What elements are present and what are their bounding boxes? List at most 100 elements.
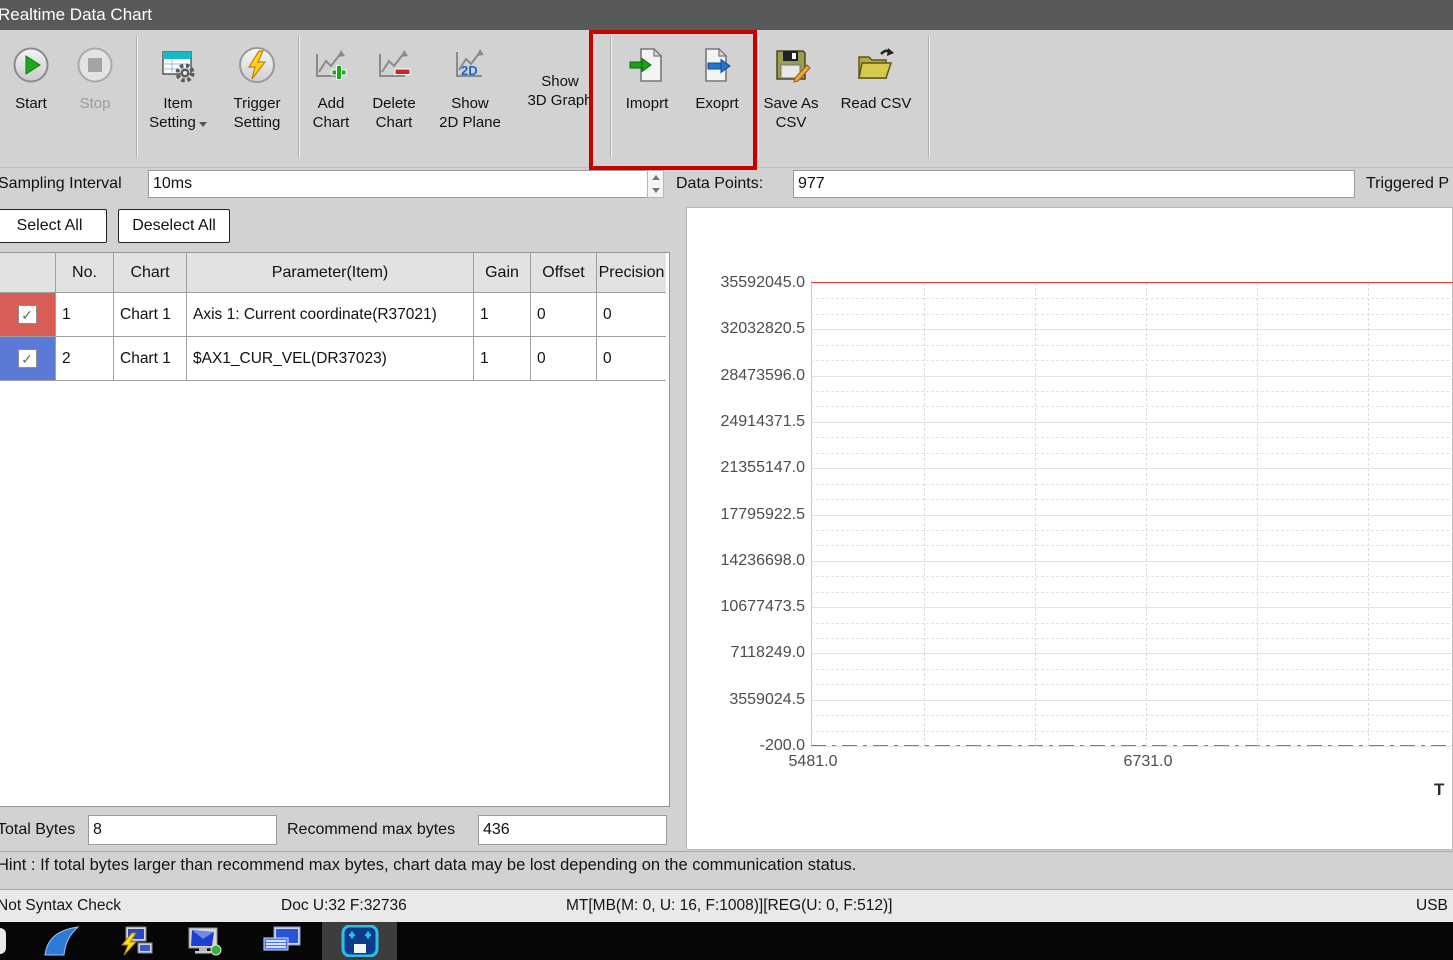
taskbar-item-remote-connection[interactable] (114, 922, 158, 960)
gridline (811, 561, 1453, 562)
row-checkbox[interactable] (18, 305, 37, 324)
y-tick: 7118249.0 (687, 643, 805, 663)
taskbar-item-plc-monitor-app[interactable] (322, 922, 397, 960)
header-gain: Gain (474, 253, 531, 293)
sampling-interval-spinner[interactable] (647, 170, 664, 198)
toolbar-separator (298, 36, 299, 158)
recommend-max-bytes-label: Recommend max bytes (287, 815, 455, 845)
gridline (811, 530, 1453, 531)
gridline (811, 607, 1453, 608)
total-bytes-input[interactable] (88, 815, 277, 845)
y-tick: 35592045.0 (687, 273, 805, 293)
gridline (811, 499, 1453, 500)
gridline (811, 576, 1453, 577)
table-header-row: No. Chart Parameter(Item) Gain Offset Pr… (0, 253, 666, 293)
spinner-down-icon[interactable] (648, 184, 663, 197)
title-bar: Realtime Data Chart (0, 0, 1453, 30)
item-setting-icon (158, 42, 198, 88)
toolbar-separator (610, 36, 611, 158)
gridline (811, 406, 1453, 407)
gridline (811, 684, 1453, 685)
data-points-input[interactable] (793, 170, 1355, 198)
window-title: Realtime Data Chart (0, 0, 152, 30)
header-parameter: Parameter(Item) (187, 253, 474, 293)
gridline (1035, 283, 1036, 746)
gridline (1257, 283, 1258, 746)
triggered-points-label: Triggered P (1366, 170, 1449, 198)
gridline (811, 437, 1453, 438)
y-tick: 28473596.0 (687, 366, 805, 386)
gridline (811, 638, 1453, 639)
show-2d-plane-icon: 2D (451, 42, 489, 88)
table-row[interactable]: 2 Chart 1 $AX1_CUR_VEL(DR37023) 1 0 0 (0, 337, 666, 381)
trigger-setting-button[interactable]: Trigger Setting (220, 32, 294, 164)
gridline (1146, 283, 1147, 746)
show-2d-plane-button[interactable]: 2D Show 2D Plane (432, 32, 508, 164)
taskbar-item-input-devices[interactable] (258, 922, 308, 960)
header-offset: Offset (531, 253, 597, 293)
trigger-setting-icon (237, 42, 277, 88)
gridline (811, 515, 1453, 516)
syntax-status: Not Syntax Check (0, 890, 121, 922)
delete-chart-button[interactable]: Delete Chart (363, 32, 425, 164)
gridline (811, 700, 1453, 701)
import-icon (627, 42, 667, 88)
gridline (811, 345, 1453, 346)
add-chart-button[interactable]: Add Chart (303, 32, 359, 164)
sampling-interval-input[interactable] (148, 170, 648, 198)
gridline (811, 329, 1453, 330)
gridline (811, 623, 1453, 624)
memory-status: MT[MB(M: 0, U: 16, F:1008)][REG(U: 0, F:… (566, 890, 892, 922)
windows-start-icon[interactable] (0, 928, 6, 954)
save-as-csv-button[interactable]: Save As CSV (761, 32, 821, 164)
y-tick: 21355147.0 (687, 458, 805, 478)
gridline (1368, 283, 1369, 746)
gridline (811, 298, 1453, 299)
y-tick: 14236698.0 (687, 551, 805, 571)
items-table: No. Chart Parameter(Item) Gain Offset Pr… (0, 252, 670, 807)
y-tick: 17795922.5 (687, 505, 805, 525)
item-setting-button[interactable]: Item Setting (143, 32, 213, 164)
taskbar (0, 922, 1453, 960)
select-all-button[interactable]: Select All (0, 209, 107, 243)
taskbar-item-display-settings[interactable] (184, 922, 228, 960)
header-precision: Precision (597, 253, 666, 293)
start-button[interactable]: Start (8, 32, 54, 164)
sampling-interval-label: Sampling Interval (0, 170, 122, 198)
divider (0, 851, 1453, 852)
toolbar-separator (136, 36, 137, 158)
recommend-max-bytes-input[interactable] (478, 815, 667, 845)
usb-status: USB (1416, 890, 1448, 922)
y-tick: 32032820.5 (687, 319, 805, 339)
gridline (811, 592, 1453, 593)
chevron-down-icon (199, 122, 207, 127)
toolbar: Start Stop Item Setting Trigger Set (0, 30, 1453, 168)
export-button[interactable]: Exoprt (688, 32, 746, 164)
deselect-all-button[interactable]: Deselect All (118, 209, 230, 243)
gridline (811, 422, 1453, 423)
row-color-cell (0, 293, 56, 337)
export-icon (697, 42, 737, 88)
stop-icon (76, 42, 114, 88)
y-tick: 3559024.5 (687, 690, 805, 710)
y-tick: 24914371.5 (687, 412, 805, 432)
spinner-up-icon[interactable] (648, 171, 663, 184)
gridline (811, 545, 1453, 546)
gridline (811, 669, 1453, 670)
gridline (811, 283, 1453, 284)
remote-connection-icon (118, 925, 154, 957)
read-csv-button[interactable]: Read CSV (833, 32, 919, 164)
table-row[interactable]: 1 Chart 1 Axis 1: Current coordinate(R37… (0, 293, 666, 337)
import-button[interactable]: Imoprt (618, 32, 676, 164)
display-settings-icon (187, 925, 225, 957)
taskbar-item-wireshark[interactable] (38, 922, 86, 960)
stop-button[interactable]: Stop (70, 32, 120, 164)
save-csv-icon (771, 42, 811, 88)
x-axis-label: T (1434, 780, 1444, 800)
realtime-data-chart-window: { "window": { "title": "Realtime Data Ch… (0, 0, 1453, 960)
row-checkbox[interactable] (18, 349, 37, 368)
chart-panel: 35592045.0 32032820.5 28473596.0 2491437… (686, 207, 1453, 850)
show-3d-graph-button[interactable]: Show 3D Graph (516, 32, 604, 164)
gridline (811, 453, 1453, 454)
delete-chart-icon (375, 42, 413, 88)
